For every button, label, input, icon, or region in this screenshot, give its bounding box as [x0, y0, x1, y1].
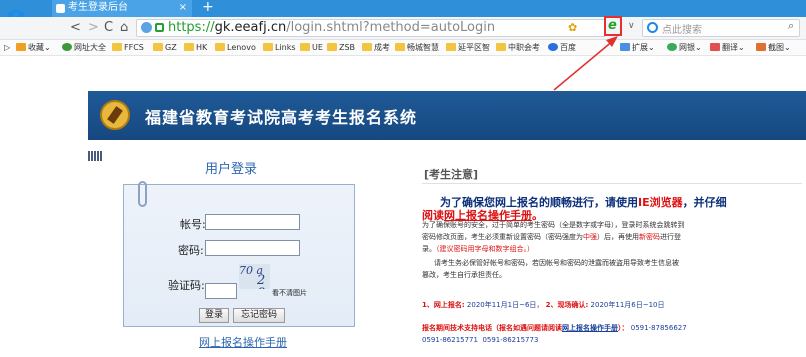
- notice-dates: 1、网上报名: 2020年11月1日~6日， 2、现场确认: 2020年11月6…: [422, 301, 665, 309]
- notice-account-text-1: 请考生务必保管好帐号和密码，若因帐号和密码的泄露而被盗用导致考生信息被: [434, 259, 679, 267]
- captcha-image[interactable]: 70 a2 8: [239, 264, 270, 289]
- exam-authority-logo: [100, 100, 130, 130]
- decorative-stripes: [88, 151, 102, 161]
- password-label: 密码:: [178, 244, 204, 257]
- back-button[interactable]: <: [70, 20, 81, 36]
- bookmark-folder[interactable]: 畅城智慧: [395, 41, 439, 54]
- tab-title: 考生登录后台: [68, 2, 128, 13]
- notice-phones: 0591-86215771 0591-86215773: [422, 336, 539, 344]
- reload-button[interactable]: C: [104, 20, 113, 36]
- bookmark-folder[interactable]: Lenovo: [215, 41, 256, 54]
- notice-support: 报名期间技术支持电话（报名如遇问题请阅读网上报名操作手册）： 0591-8785…: [422, 324, 687, 332]
- site-title: 福建省教育考试院高考考生报名系统: [145, 108, 418, 127]
- notice-password-text-3: 录。（建议密码用字母和数字组合。）: [422, 245, 534, 253]
- notice-account-text-2: 篡改，考生自行承担责任。: [422, 271, 506, 279]
- extension-icon[interactable]: ✿: [568, 21, 577, 34]
- bookmark-folder[interactable]: UE: [300, 41, 323, 54]
- password-input[interactable]: [205, 240, 300, 256]
- bookmark-folder[interactable]: 成考: [362, 41, 390, 54]
- security-icon[interactable]: [141, 22, 152, 33]
- forward-button[interactable]: >: [88, 20, 99, 36]
- notice-divider: [422, 183, 802, 184]
- tab-close-icon[interactable]: ×: [179, 0, 187, 16]
- bookmark-folder[interactable]: HK: [184, 41, 207, 54]
- captcha-label: 验证码:: [168, 279, 205, 292]
- bookmark-translate[interactable]: 翻译⌄: [710, 41, 745, 54]
- forgot-password-button[interactable]: 忘记密码: [233, 308, 285, 323]
- tab-login[interactable]: 考生登录后台 ×: [52, 0, 192, 17]
- bookmark-folder[interactable]: ZSB: [327, 41, 355, 54]
- notice-password-text-1: 为了确保账号的安全，过于简单的考生密码（全是数字或字母），登录时系统会跳转到: [422, 221, 685, 229]
- login-title: 用户登录: [205, 162, 258, 177]
- ie-mode-icon[interactable]: e: [608, 18, 617, 33]
- bookmark-sites[interactable]: 网址大全: [62, 41, 106, 54]
- bookmark-folder[interactable]: Links: [263, 41, 296, 54]
- bookmarks-menu-icon[interactable]: ▷: [4, 41, 10, 54]
- bookmark-favorites[interactable]: 收藏⌄: [16, 41, 51, 54]
- bookmark-screenshot[interactable]: 截图⌄: [756, 41, 791, 54]
- support-manual-link[interactable]: 网上报名操作手册: [562, 324, 618, 332]
- captcha-refresh-link[interactable]: 看不清图片: [272, 288, 307, 298]
- bookmark-folder[interactable]: GZ: [153, 41, 177, 54]
- lock-icon: [155, 23, 164, 32]
- bookmark-folder[interactable]: 延平区智: [446, 41, 490, 54]
- account-input[interactable]: [205, 214, 300, 230]
- chevron-down-icon[interactable]: ∨: [628, 21, 635, 31]
- manual-link[interactable]: 网上报名操作手册: [199, 334, 287, 350]
- login-button[interactable]: 登录: [199, 308, 229, 323]
- search-icon[interactable]: ⌕: [788, 19, 794, 33]
- captcha-input[interactable]: [205, 283, 237, 299]
- search-engine-icon[interactable]: [647, 22, 658, 33]
- paperclip-icon: [138, 181, 147, 207]
- bookmark-folder[interactable]: FFCS: [112, 41, 144, 54]
- notice-password-text-2: 密码修改页面，考生必须重新设置密码（密码强度为中强）后，再使用新密码进行登: [422, 233, 681, 241]
- search-input[interactable]: 点此搜索: [662, 21, 702, 36]
- new-tab-button[interactable]: +: [202, 0, 214, 15]
- bookmark-baidu[interactable]: 百度: [548, 41, 576, 54]
- account-label: 帐号:: [180, 218, 206, 231]
- bookmark-folder[interactable]: 中职会考: [496, 41, 540, 54]
- url-text[interactable]: https://gk.eeafj.cn/login.shtml?method=a…: [168, 20, 495, 36]
- bookmark-extensions[interactable]: 扩展⌄: [620, 41, 655, 54]
- tab-favicon-icon: [56, 4, 65, 13]
- home-button[interactable]: ⌂: [120, 20, 128, 36]
- notice-heading: [考生注意]: [424, 168, 479, 181]
- bookmark-bank[interactable]: 网银⌄: [667, 41, 702, 54]
